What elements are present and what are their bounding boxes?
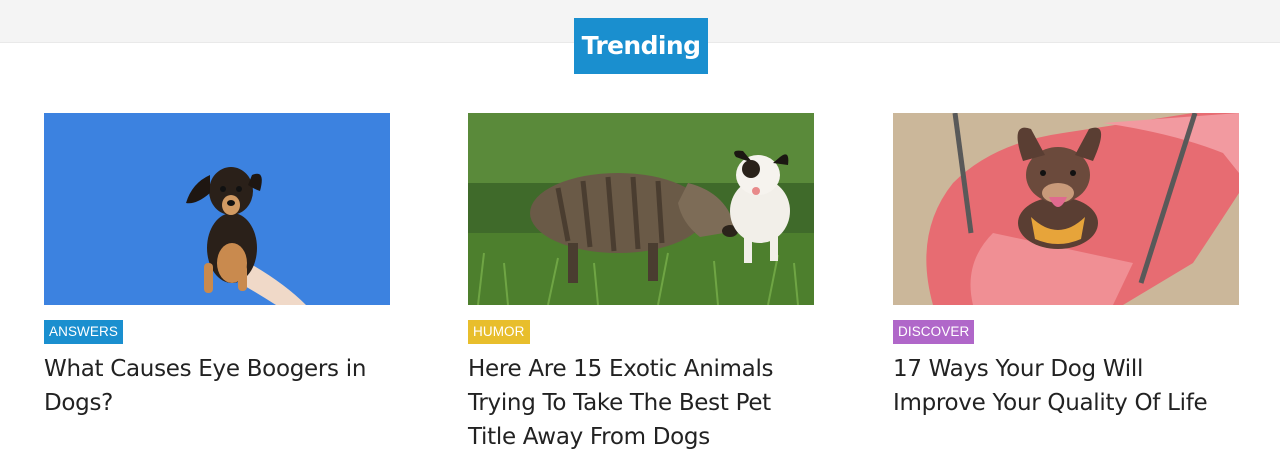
section-title: Trending (574, 18, 708, 74)
article-image-3[interactable] (893, 113, 1239, 305)
article-image-2[interactable] (468, 113, 814, 305)
puppy-on-blue-image (44, 113, 390, 305)
article-card-3[interactable]: DISCOVER 17 Ways Your Dog Will Improve Y… (893, 113, 1239, 420)
category-badge-3[interactable]: DISCOVER (893, 320, 975, 344)
article-card-2[interactable]: HUMOR Here Are 15 Exotic Animals Trying … (468, 113, 814, 454)
article-card-1[interactable]: ANSWERS What Causes Eye Boogers in Dogs? (44, 113, 390, 420)
article-title-3[interactable]: 17 Ways Your Dog Will Improve Your Quali… (893, 352, 1239, 420)
article-title-1[interactable]: What Causes Eye Boogers in Dogs? (44, 352, 390, 420)
category-badge-2[interactable]: HUMOR (468, 320, 530, 344)
category-badge-1[interactable]: ANSWERS (44, 320, 123, 344)
article-title-2[interactable]: Here Are 15 Exotic Animals Trying To Tak… (468, 352, 814, 454)
chihuahua-on-swing-image (893, 113, 1239, 305)
article-image-1[interactable] (44, 113, 390, 305)
boar-and-puppy-image (468, 113, 814, 305)
